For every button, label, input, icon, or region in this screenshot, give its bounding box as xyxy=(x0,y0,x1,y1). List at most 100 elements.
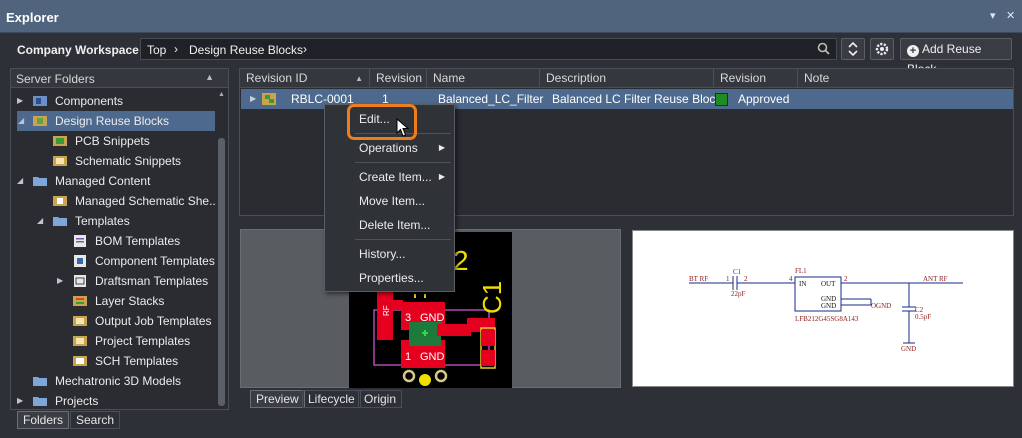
pcb-label-rf: RF xyxy=(382,305,391,316)
column-header-description[interactable]: Description xyxy=(540,69,714,88)
tree-item-label: Mechatronic 3D Models xyxy=(55,374,182,388)
tree-item-label: Schematic Snippets xyxy=(75,154,182,168)
tab-preview[interactable]: Preview xyxy=(250,390,305,408)
schematic-net-ant-rf: ANT RF xyxy=(923,275,948,283)
tree-item-components[interactable]: ▶ Components xyxy=(11,91,216,111)
close-icon[interactable]: ✕ xyxy=(1006,9,1015,22)
pcb-label-2: 2 xyxy=(453,245,469,276)
tab-search[interactable]: Search xyxy=(70,411,121,429)
tree-item-label: PCB Snippets xyxy=(75,134,150,148)
tree-item-managed-schematic-sheets[interactable]: Managed Schematic She... xyxy=(11,191,220,211)
mouse-cursor-icon xyxy=(396,118,410,137)
tree-item-layer-stacks[interactable]: Layer Stacks xyxy=(11,291,216,311)
menu-item-create-item[interactable]: Create Item... ▶ xyxy=(325,166,454,188)
project-template-icon xyxy=(73,336,87,346)
tree-item-schematic-snippets[interactable]: Schematic Snippets xyxy=(11,151,216,171)
pin-icon[interactable]: ▾ xyxy=(990,9,996,22)
tree-item-draftsman-templates[interactable]: ▶ Draftsman Templates xyxy=(11,271,216,291)
tab-origin[interactable]: Origin xyxy=(358,390,403,408)
schematic-gnd-symbol: GND xyxy=(901,345,916,353)
menu-item-history[interactable]: History... xyxy=(325,243,454,265)
tree-item-label: Output Job Templates xyxy=(95,314,212,328)
tree-item-project-templates[interactable]: Project Templates xyxy=(11,331,216,351)
breadcrumb-top[interactable]: Top xyxy=(147,43,166,57)
expand-arrow-icon[interactable]: ▶ xyxy=(17,91,23,111)
tree-item-label: Project Templates xyxy=(95,334,191,348)
tree-item-label: Managed Schematic She... xyxy=(75,194,220,208)
expand-arrow-icon[interactable]: ▶ xyxy=(250,89,256,109)
column-header-revision-state[interactable]: Revision State xyxy=(714,69,798,104)
refresh-button[interactable] xyxy=(841,38,865,60)
cell-revision-state: Approved xyxy=(738,92,790,106)
tree-item-output-job-templates[interactable]: Output Job Templates xyxy=(11,311,216,331)
menu-item-operations[interactable]: Operations ▶ xyxy=(325,137,454,159)
tree-item-managed-content[interactable]: ◢ Managed Content xyxy=(11,171,216,191)
schematic-pin-fl1-4: 4 xyxy=(789,275,793,283)
collapse-arrow-icon[interactable]: ◢ xyxy=(37,211,43,231)
menu-item-move-item[interactable]: Move Item... xyxy=(325,190,454,212)
components-folder-icon xyxy=(33,96,47,106)
breadcrumb-design-reuse-blocks[interactable]: Design Reuse Blocks xyxy=(189,43,303,57)
plus-icon: + xyxy=(907,45,919,57)
tab-lifecycle[interactable]: Lifecycle xyxy=(302,390,361,408)
tree-item-label: Draftsman Templates xyxy=(95,274,209,288)
add-reuse-block-button[interactable]: +Add Reuse Block xyxy=(900,38,1012,76)
output-job-template-icon xyxy=(73,316,87,326)
state-color-swatch xyxy=(715,93,728,106)
folder-icon xyxy=(33,397,47,406)
scroll-up-icon[interactable]: ▲ xyxy=(218,91,225,98)
column-header-revision[interactable]: Revision xyxy=(370,69,427,88)
expand-arrow-icon[interactable]: ▶ xyxy=(57,271,63,291)
column-header-revision-id[interactable]: Revision ID ▲ xyxy=(240,69,370,88)
pcb-label-pin-1: 1 xyxy=(405,351,411,363)
tree-item-component-templates[interactable]: Component Templates xyxy=(11,251,216,271)
collapse-arrow-icon[interactable]: ◢ xyxy=(17,171,23,191)
tree-item-projects[interactable]: ▶ Projects xyxy=(11,391,216,411)
pcb-snippet-icon xyxy=(53,136,67,146)
breadcrumb[interactable]: Top › Design Reuse Blocks › xyxy=(140,38,837,60)
column-header-name[interactable]: Name xyxy=(427,69,540,88)
tree-item-sch-templates[interactable]: SCH Templates xyxy=(11,351,216,371)
menu-item-label: Move Item... xyxy=(359,194,426,208)
settings-button[interactable] xyxy=(870,38,894,60)
folder-icon xyxy=(33,377,47,386)
column-header-label: Revision xyxy=(376,71,423,85)
window-title: Explorer xyxy=(6,10,59,25)
tree-item-bom-templates[interactable]: BOM Templates xyxy=(11,231,216,251)
window-titlebar: Explorer ▾ ✕ xyxy=(0,0,1022,33)
reuse-blocks-folder-icon xyxy=(33,116,47,126)
schematic-snippet-icon xyxy=(53,156,67,166)
menu-item-delete-item[interactable]: Delete Item... xyxy=(325,214,454,236)
breadcrumb-separator-icon: › xyxy=(303,42,307,56)
schematic-ognd: OGND xyxy=(871,302,891,310)
menu-separator xyxy=(355,162,451,163)
search-icon[interactable] xyxy=(817,42,830,55)
scrollbar-thumb[interactable] xyxy=(218,138,225,406)
tab-folders[interactable]: Folders xyxy=(17,411,70,429)
column-header-note[interactable]: Note xyxy=(798,69,1013,88)
sort-asc-icon: ▲ xyxy=(205,72,214,82)
server-folders-panel: Server Folders ▲ ▶ Components ◢ Design R… xyxy=(10,68,229,410)
workspace-dropdown[interactable]: Company Workspace▼ xyxy=(17,43,150,57)
gear-icon xyxy=(875,42,889,56)
tree-item-label: Managed Content xyxy=(55,174,151,188)
schematic-pin-gnd-2: GND xyxy=(821,302,836,310)
server-folders-header[interactable]: Server Folders ▲ xyxy=(11,69,228,88)
collapse-arrow-icon[interactable]: ◢ xyxy=(18,111,24,131)
tree-item-pcb-snippets[interactable]: PCB Snippets xyxy=(11,131,216,151)
pcb-label-gnd-bottom: GND xyxy=(420,351,445,363)
schematic-pin-in: IN xyxy=(799,280,806,288)
schematic-pin-c1-2: 2 xyxy=(744,275,748,283)
refresh-icon xyxy=(848,41,858,57)
pcb-label-c1: C1 xyxy=(477,281,507,314)
tree-scrollbar[interactable]: ▲ xyxy=(216,89,227,409)
tree-item-design-reuse-blocks[interactable]: ◢ Design Reuse Blocks xyxy=(17,111,215,131)
menu-item-properties[interactable]: Properties... xyxy=(325,267,454,289)
tree-item-mechatronic-3d-models[interactable]: Mechatronic 3D Models xyxy=(11,371,216,391)
column-header-label: Description xyxy=(546,71,607,85)
schematic-ref-c1: C1 xyxy=(733,268,742,276)
tree-item-templates[interactable]: ◢ Templates xyxy=(11,211,216,231)
schematic-ref-fl1: FL1 xyxy=(795,267,807,275)
schematic-value-c1: 22pF xyxy=(731,290,746,298)
expand-arrow-icon[interactable]: ▶ xyxy=(17,391,23,411)
